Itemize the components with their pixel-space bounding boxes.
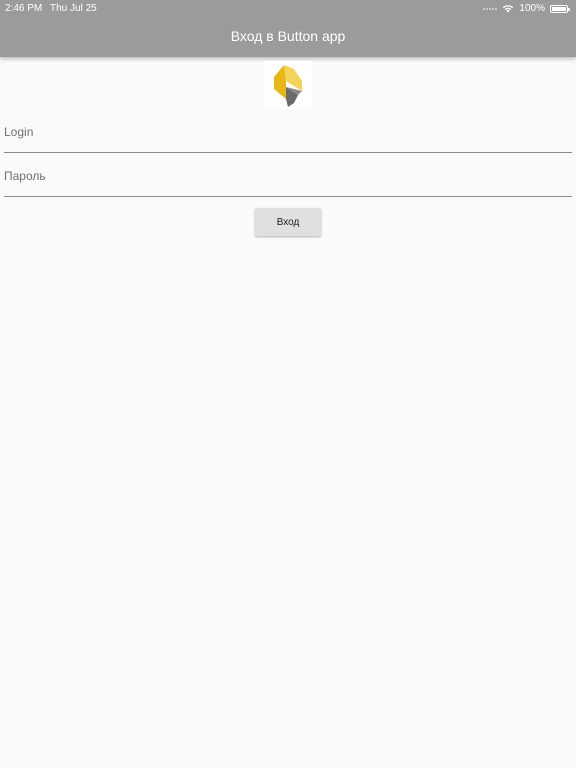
button-app-logo-icon xyxy=(274,65,302,107)
app-logo xyxy=(264,61,312,109)
battery-level xyxy=(552,6,566,11)
page-title: Вход в Button app xyxy=(230,28,346,44)
cellular-signal-icon xyxy=(483,7,498,10)
wifi-icon xyxy=(503,5,514,13)
password-input[interactable] xyxy=(4,156,572,196)
login-field xyxy=(4,112,572,153)
battery-icon xyxy=(550,4,570,13)
login-input[interactable] xyxy=(4,112,572,152)
login-button[interactable]: Вход xyxy=(255,208,321,236)
password-field xyxy=(4,156,572,197)
app-bar: 2:46 PM Thu Jul 25 100% Вход в Button ap… xyxy=(0,0,576,57)
battery-percentage: 100% xyxy=(519,3,545,14)
status-indicators: 100% xyxy=(483,2,570,15)
status-date: Thu Jul 25 xyxy=(50,3,97,14)
status-time: 2:46 PM xyxy=(5,3,43,14)
login-screen: 2:46 PM Thu Jul 25 100% Вход в Button ap… xyxy=(0,0,576,768)
status-bar: 2:46 PM Thu Jul 25 100% xyxy=(0,0,576,17)
